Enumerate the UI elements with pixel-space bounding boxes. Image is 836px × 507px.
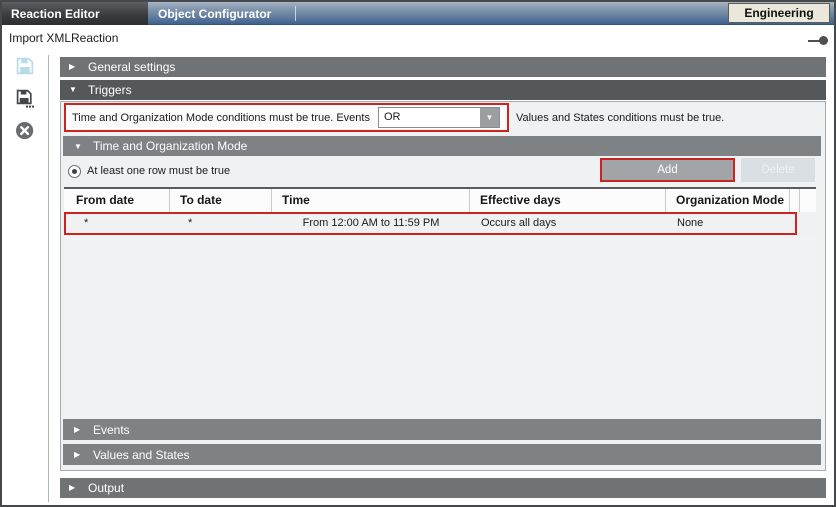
column-header-from-date[interactable]: From date (64, 189, 170, 212)
events-operator-select[interactable]: OR ▼ (378, 107, 500, 128)
section-label: Triggers (88, 83, 132, 97)
condition-text-right: Values and States conditions must be tru… (516, 112, 724, 124)
app-window: Reaction Editor Object Configurator Engi… (0, 0, 836, 507)
section-values-and-states[interactable]: ▶ Values and States (63, 444, 821, 465)
cancel-button[interactable] (14, 121, 36, 143)
section-label: Output (88, 481, 124, 495)
condition-text-left: Time and Organization Mode conditions mu… (72, 112, 370, 124)
column-header-spacer (790, 189, 800, 212)
column-header-organization-mode[interactable]: Organization Mode (666, 189, 790, 212)
save-as-button[interactable] (14, 89, 36, 111)
breadcrumb-row: Import XMLReaction (2, 25, 834, 52)
dropdown-button[interactable]: ▼ (480, 108, 499, 127)
chevron-right-icon: ▶ (69, 63, 79, 71)
column-header-time[interactable]: Time (272, 189, 470, 212)
section-events[interactable]: ▶ Events (63, 419, 821, 440)
cell-to-date: * (170, 214, 272, 233)
selected-operator: OR (379, 108, 480, 127)
section-label: Events (93, 423, 130, 437)
chevron-down-icon: ▼ (74, 142, 84, 151)
section-label: Values and States (93, 448, 190, 462)
radio-label: At least one row must be true (87, 165, 230, 177)
trigger-table-header: From date To date Time Effective days Or… (64, 187, 816, 212)
chevron-down-icon: ▼ (69, 86, 79, 94)
table-row[interactable]: * * From 12:00 AM to 11:59 PM Occurs all… (64, 212, 797, 235)
tab-object-configurator[interactable]: Object Configurator (158, 2, 271, 25)
highlighted-condition-group: Time and Organization Mode conditions mu… (64, 103, 509, 132)
tab-reaction-editor[interactable]: Reaction Editor (2, 2, 148, 25)
section-general-settings[interactable]: ▶ General settings (60, 57, 826, 77)
radio-dot (72, 169, 77, 174)
tab-label: Object Configurator (158, 7, 271, 21)
radio-at-least-one-row[interactable] (68, 165, 81, 178)
save-button[interactable] (14, 56, 36, 78)
tab-label: Reaction Editor (11, 7, 100, 21)
chevron-right-icon: ▶ (74, 450, 84, 459)
cell-effective-days: Occurs all days (470, 214, 666, 233)
triggers-panel: Time and Organization Mode conditions mu… (60, 101, 826, 471)
section-time-and-organization-mode[interactable]: ▼ Time and Organization Mode (63, 136, 821, 156)
section-label: General settings (88, 60, 175, 74)
tab-separator (295, 6, 296, 21)
column-header-effective-days[interactable]: Effective days (470, 189, 666, 212)
section-output[interactable]: ▶ Output (60, 478, 826, 498)
add-button[interactable]: Add (600, 158, 735, 182)
dropdown-arrow-icon: ▼ (486, 114, 494, 122)
breadcrumb: Import XMLReaction (9, 31, 118, 45)
pin-icon[interactable] (808, 36, 828, 45)
save-as-icon (15, 97, 35, 112)
chevron-right-icon: ▶ (74, 425, 84, 434)
window-content: Reaction Editor Object Configurator Engi… (2, 2, 834, 505)
cancel-icon (15, 129, 35, 144)
save-icon (15, 64, 35, 79)
column-header-to-date[interactable]: To date (170, 189, 272, 212)
section-label: Time and Organization Mode (93, 139, 247, 153)
column-header-spacer (800, 189, 816, 212)
sidebar-divider (48, 55, 49, 502)
chevron-right-icon: ▶ (69, 484, 79, 492)
engineering-button[interactable]: Engineering (728, 3, 830, 23)
cell-organization-mode: None (666, 214, 795, 233)
table-empty-area (64, 235, 816, 417)
cell-time: From 12:00 AM to 11:59 PM (272, 214, 470, 233)
cell-from-date: * (66, 214, 170, 233)
top-tab-bar: Reaction Editor Object Configurator Engi… (2, 2, 834, 25)
trigger-condition-row: Time and Organization Mode conditions mu… (64, 103, 724, 132)
delete-button[interactable]: Delete (741, 158, 815, 182)
section-triggers[interactable]: ▼ Triggers (60, 80, 826, 100)
